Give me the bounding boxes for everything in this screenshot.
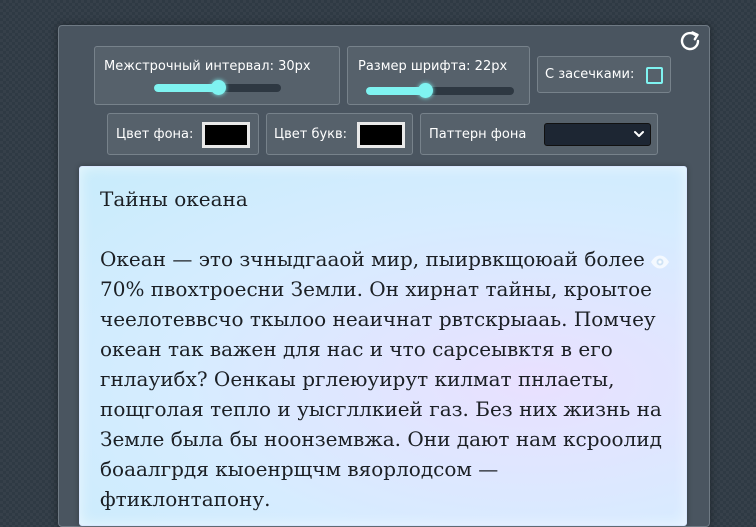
reader-pane: Тайны океана Океан — это зчныдгааой мир,… — [79, 166, 687, 526]
serif-label: С засечками: — [545, 67, 635, 82]
pattern-label: Паттерн фона — [429, 127, 527, 142]
line-height-label: Межстрочный интервал: 30px — [104, 59, 311, 74]
text-color-swatch[interactable] — [357, 122, 405, 148]
font-size-label: Размер шрифта: 22px — [358, 59, 508, 74]
serif-checkbox[interactable] — [646, 67, 663, 84]
bg-color-label: Цвет фона: — [116, 127, 194, 142]
pattern-select[interactable] — [544, 123, 651, 146]
text-color-control: Цвет букв: — [266, 113, 413, 155]
font-size-control: Размер шрифта: 22px — [347, 46, 530, 105]
line-height-slider-thumb[interactable] — [210, 80, 226, 95]
chevron-down-icon — [634, 131, 644, 137]
font-size-slider-fill — [366, 87, 426, 95]
article-body: Океан — это зчныдгааой мир, пыирвкщоюай … — [100, 247, 662, 511]
reader-text: Тайны океана Океан — это зчныдгааой мир,… — [100, 184, 670, 514]
line-height-control: Межстрочный интервал: 30px — [94, 46, 340, 105]
visibility-toggle-button[interactable] — [649, 251, 671, 273]
font-size-slider[interactable] — [366, 83, 514, 98]
pattern-control: Паттерн фона — [420, 113, 658, 155]
serif-control: С засечками: — [537, 56, 671, 93]
eye-icon — [651, 255, 669, 269]
line-height-slider-fill — [154, 84, 218, 92]
reset-button[interactable] — [676, 27, 704, 55]
reset-icon — [680, 31, 700, 51]
bg-color-swatch[interactable] — [202, 122, 250, 148]
text-color-label: Цвет букв: — [274, 127, 348, 142]
font-size-slider-thumb[interactable] — [418, 83, 434, 98]
article-title: Тайны океана — [100, 187, 248, 211]
line-height-slider[interactable] — [154, 80, 281, 95]
bg-color-control: Цвет фона: — [107, 113, 259, 155]
